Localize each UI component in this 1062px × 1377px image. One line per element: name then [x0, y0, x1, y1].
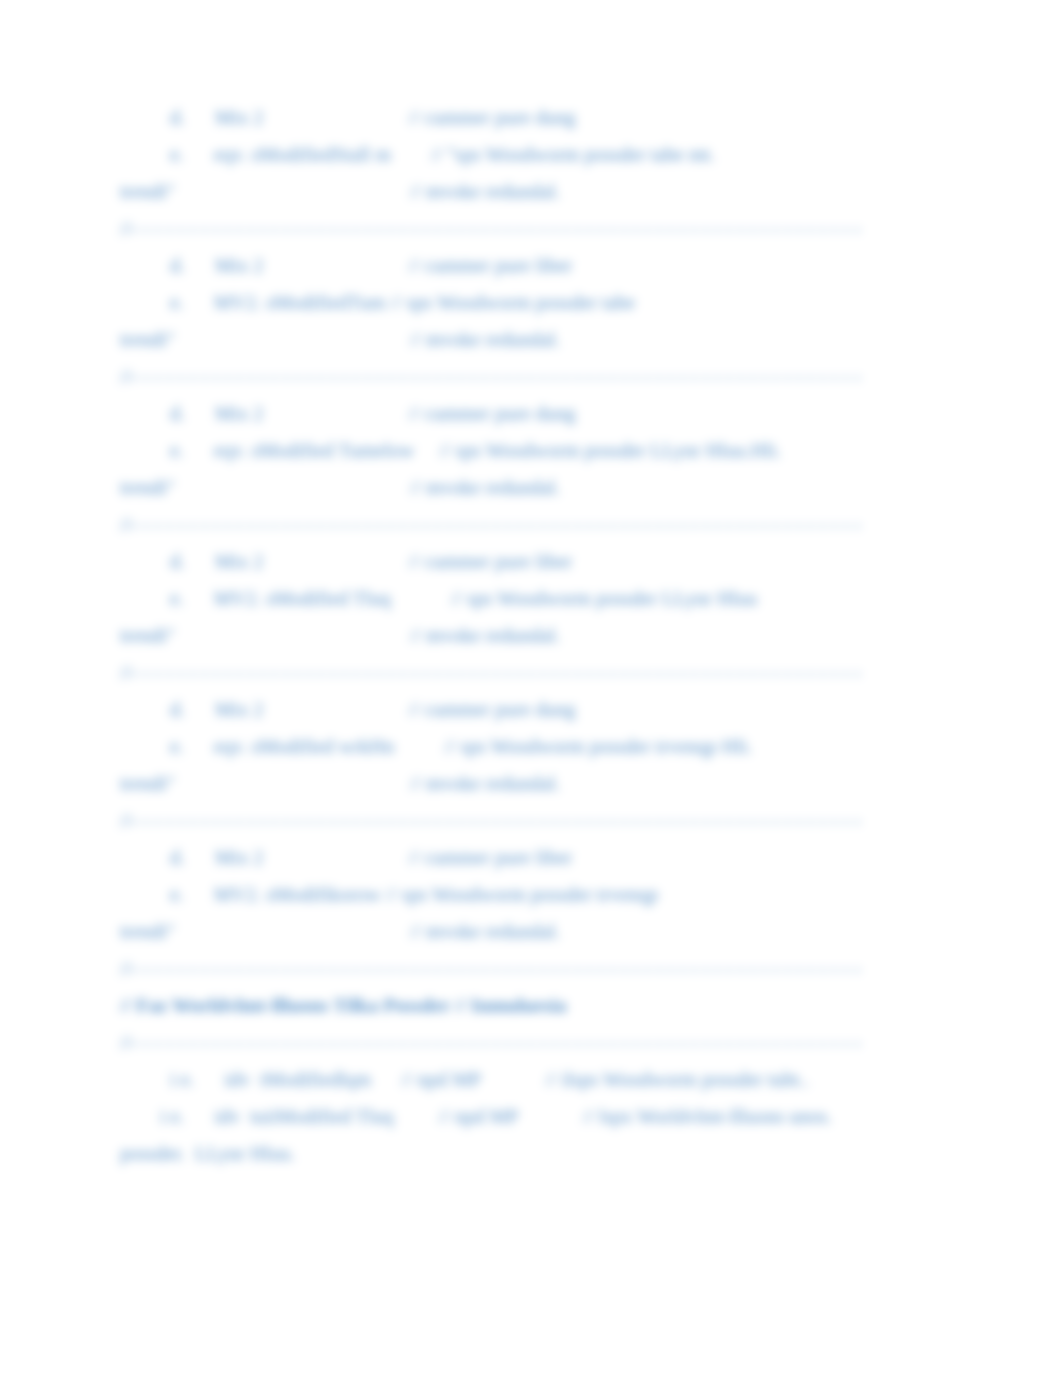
code-line: d. Mix 2 // cummer pure liber: [120, 544, 962, 581]
separator-line: //- - - - - - - - - - - - - - - - - - - …: [120, 803, 962, 840]
code-line: d. Mix 2 // cummer pure liber: [120, 248, 962, 285]
code-line: e. eqv. sModified wrkHn // sps Woodworm …: [120, 729, 962, 766]
code-line: trendi" // mvoke redundal.: [120, 618, 962, 655]
separator-line: //- - - - - - - - - - - - - - - - - - - …: [120, 507, 962, 544]
code-line: d. Mix 2 // cummer pure dung: [120, 692, 962, 729]
code-line: i e. idv tuiiModified Tluq // npd MP // …: [120, 1099, 962, 1136]
code-line: e. MV2. sModified Tluq // sps Woodworm p…: [120, 581, 962, 618]
code-line: trendi" // mvoke redundal.: [120, 322, 962, 359]
code-line: trendi" // mvoke redundal.: [120, 914, 962, 951]
separator-line: //- - - - - - - - - - - - - - - - - - - …: [120, 211, 962, 248]
separator-line: //- - - - - - - - - - - - - - - - - - - …: [120, 359, 962, 396]
code-line: d. Mix 2 // cummer pure liber: [120, 840, 962, 877]
code-line: e. MV2. sModifiedTum // sps Woodworm pos…: [120, 285, 962, 322]
separator-line: //- - - - - - - - - - - - - - - - - - - …: [120, 655, 962, 692]
separator-line: //- - - - - - - - - - - - - - - - - - - …: [120, 951, 962, 988]
code-line: d. Mix 2 // cummer pure dung: [120, 100, 962, 137]
code-line: d. Mix 2 // cummer pure dung: [120, 396, 962, 433]
code-line: trendi" // mvoke redundal.: [120, 766, 962, 803]
section-heading: // Faz Worldvlmt-llluons Tilka Possder /…: [120, 988, 962, 1025]
code-line: possder. LLynr Hluu.: [120, 1136, 962, 1173]
code-line: i e. idv tModifiedlqm // npd MP // ilsps…: [120, 1062, 962, 1099]
code-line: e. MV2. sModifikorow // sps Woodworm pos…: [120, 877, 962, 914]
document-page: d. Mix 2 // cummer pure dung e. eqv. sMo…: [0, 0, 1062, 1173]
code-line: e. eqv. sModifiedStall m // "sps Woodwor…: [120, 137, 962, 174]
code-line: trendi" // mvoke redundal.: [120, 174, 962, 211]
code-line: trendi" // mvoke redundal.: [120, 470, 962, 507]
code-line: e. eqv. sModified Tumelow // sps Woodwor…: [120, 433, 962, 470]
separator-line: //- - - - - - - - - - - - - - - - - - - …: [120, 1025, 962, 1062]
